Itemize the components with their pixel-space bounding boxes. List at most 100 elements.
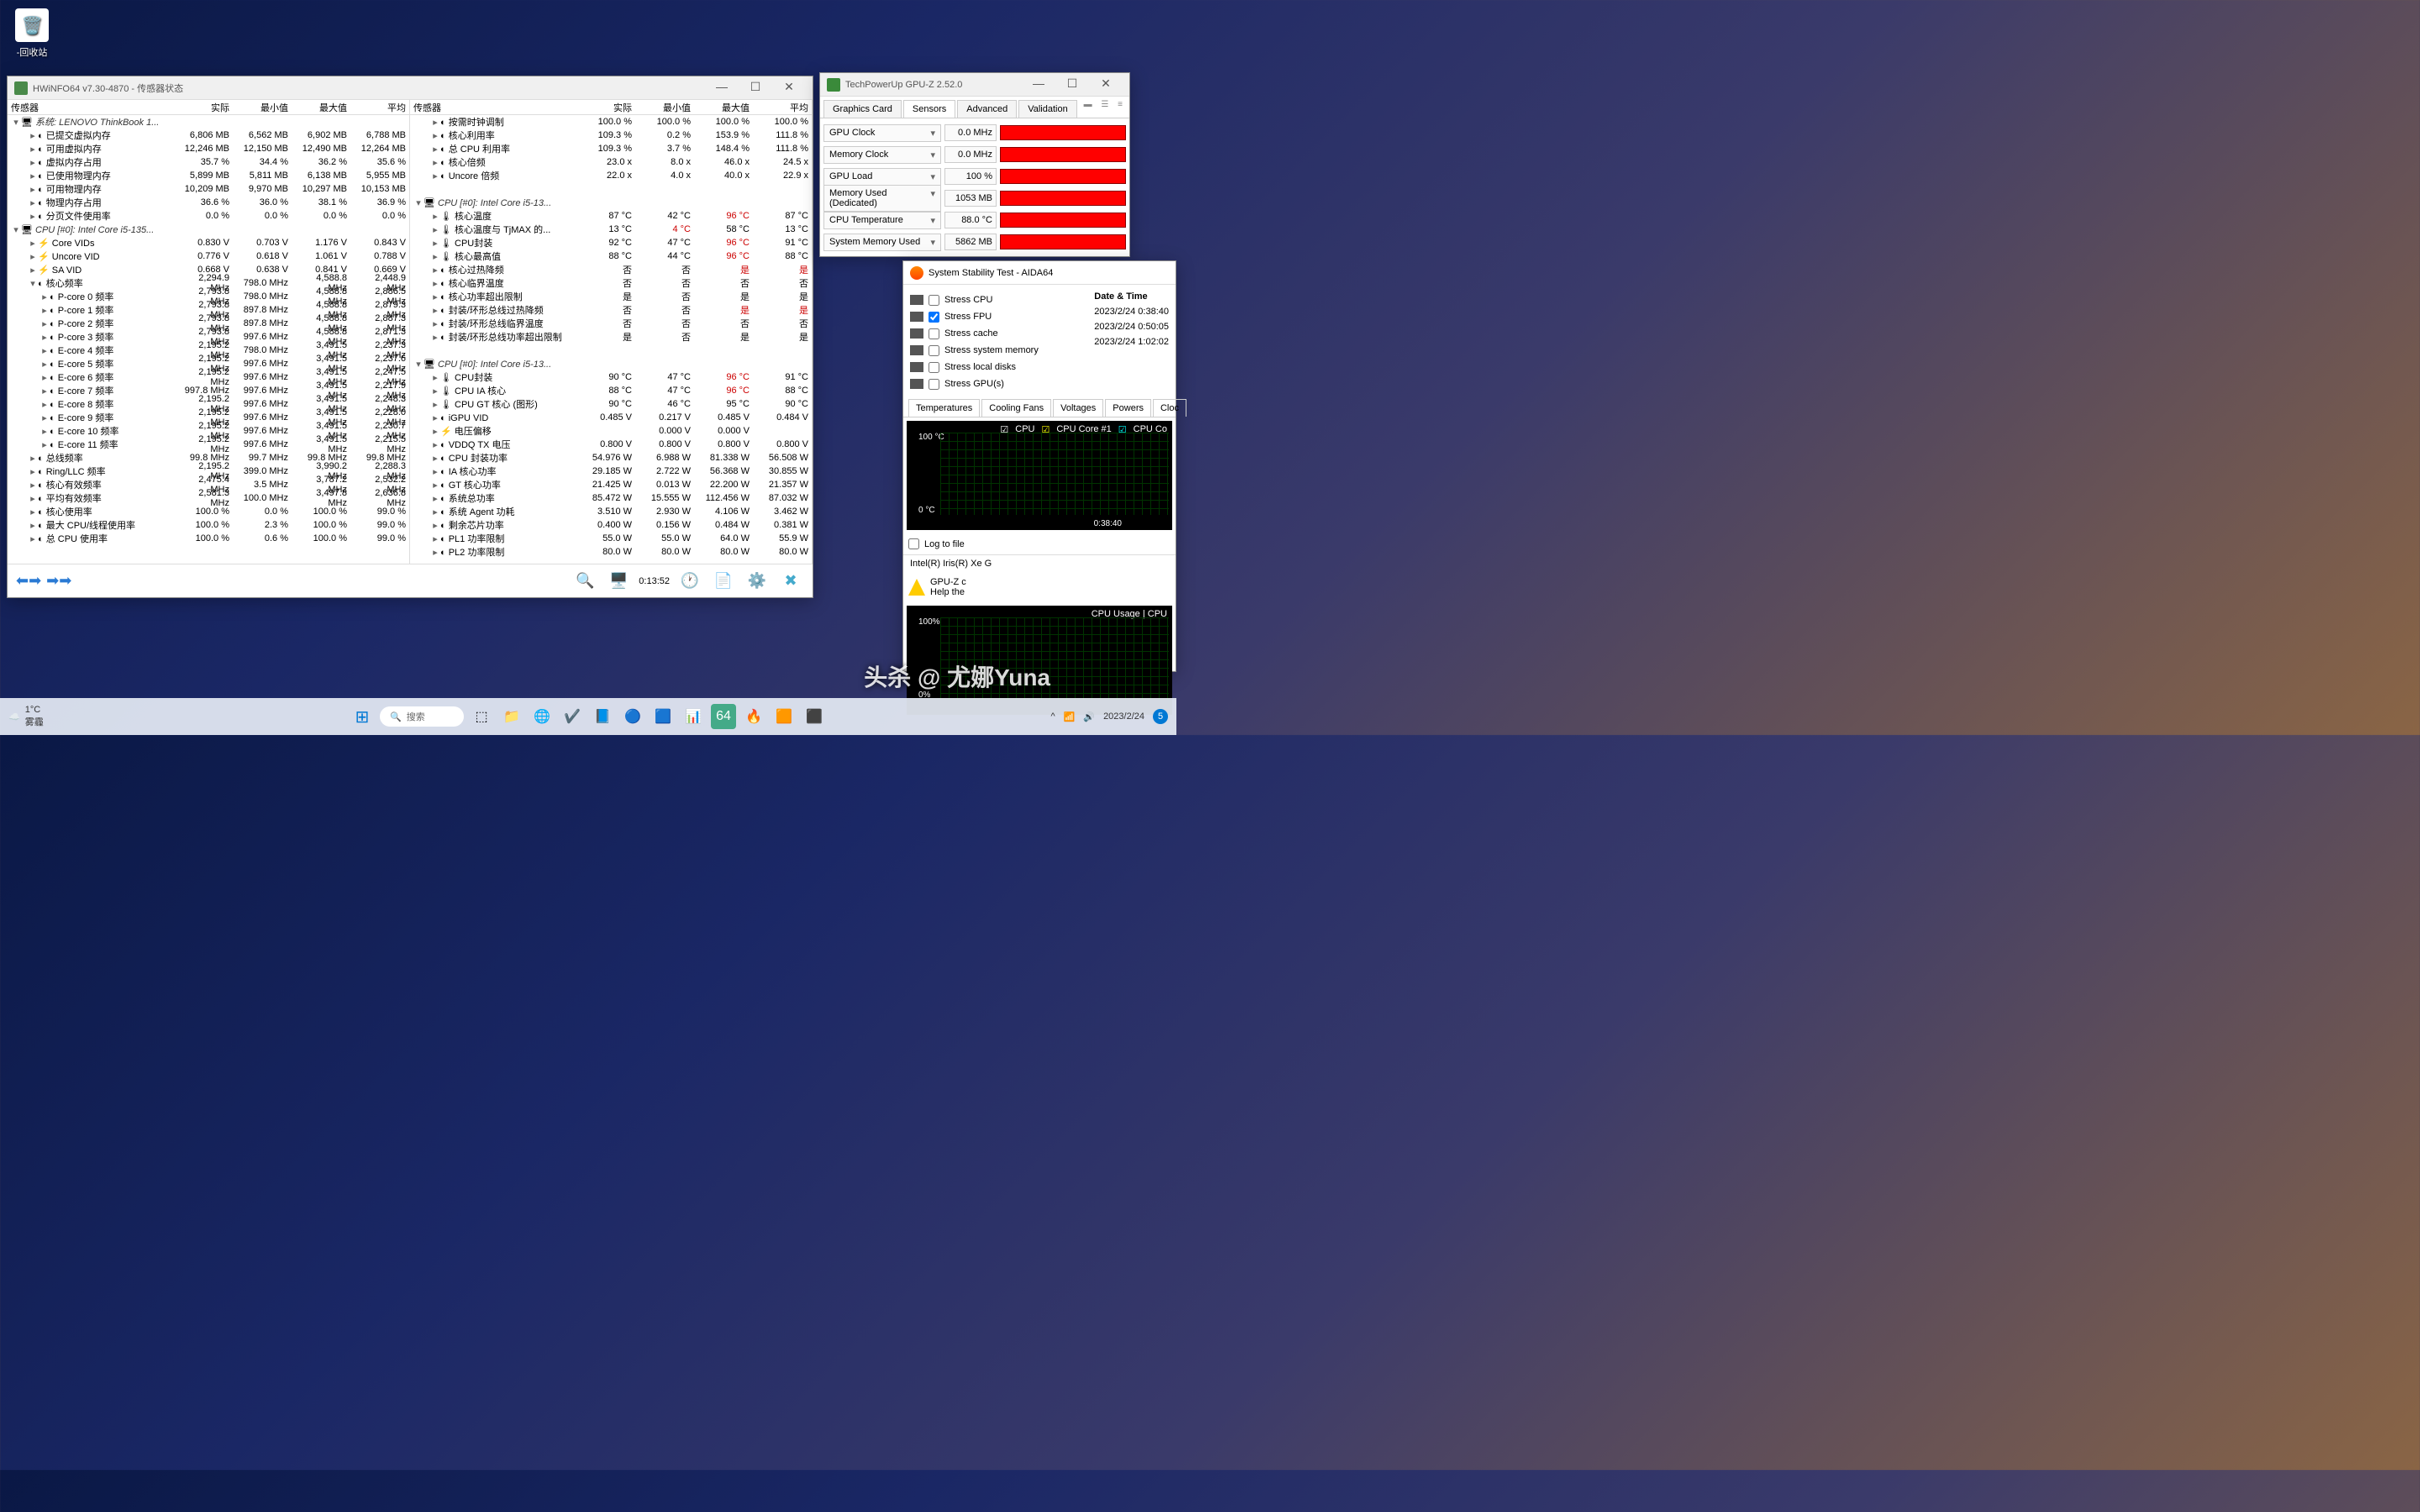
sensor-group[interactable]: ▾🖥 CPU [#0]: Intel Core i5-13... bbox=[410, 196, 812, 209]
column-header[interactable]: 平均 bbox=[753, 100, 812, 114]
column-header[interactable]: 传感器 bbox=[410, 100, 576, 114]
sensor-row[interactable]: ▸◐ 封装/环形总线过热降频否否是是 bbox=[410, 303, 812, 317]
sensor-group[interactable]: ▾🖥 CPU [#0]: Intel Core i5-135... bbox=[8, 223, 409, 236]
sensor-row[interactable]: ▸◐ 核心临界温度否否否否 bbox=[410, 276, 812, 290]
sensor-row[interactable]: ▸◐ PL1 功率限制55.0 W55.0 W64.0 W55.9 W bbox=[410, 532, 812, 545]
tab-powers[interactable]: Powers bbox=[1105, 399, 1151, 417]
app-icon[interactable]: 📊 bbox=[681, 704, 706, 729]
wifi-icon[interactable]: 📶 bbox=[1064, 711, 1076, 722]
sensor-row[interactable]: ▸⚡ Core VIDs0.830 V0.703 V1.176 V0.843 V bbox=[8, 236, 409, 249]
column-header[interactable]: 传感器 bbox=[8, 100, 174, 114]
sensor-row[interactable]: ▸◐ GT 核心功率21.425 W0.013 W22.200 W21.357 … bbox=[410, 478, 812, 491]
sensor-label[interactable]: CPU Temperature bbox=[823, 212, 941, 229]
search-box[interactable]: 🔍搜索 bbox=[380, 706, 464, 727]
network-icon[interactable]: 🖥️ bbox=[605, 568, 632, 595]
sensor-row[interactable]: ▸◐ 可用物理内存10,209 MB9,970 MB10,297 MB10,15… bbox=[8, 182, 409, 196]
close-button[interactable]: ✕ bbox=[772, 80, 806, 97]
sensor-row[interactable]: ▸◐ iGPU VID0.485 V0.217 V0.485 V0.484 V bbox=[410, 411, 812, 424]
hwinfo-titlebar[interactable]: HWiNFO64 v7.30-4870 - 传感器状态 — ☐ ✕ bbox=[8, 76, 813, 100]
sensor-row[interactable]: ▸◐ PL2 功率限制80.0 W80.0 W80.0 W80.0 W bbox=[410, 545, 812, 559]
stress-checkbox[interactable] bbox=[929, 312, 939, 323]
app-icon[interactable]: ✔️ bbox=[560, 704, 585, 729]
stress-option[interactable]: Stress CPU bbox=[910, 291, 1086, 308]
log-to-file-checkbox[interactable] bbox=[908, 538, 919, 549]
sensor-row[interactable]: ▸🌡 CPU封装90 °C47 °C96 °C91 °C bbox=[410, 370, 812, 384]
sensor-group[interactable]: ▾🖥 CPU [#0]: Intel Core i5-13... bbox=[410, 357, 812, 370]
maximize-button[interactable]: ☐ bbox=[1055, 76, 1089, 93]
volume-icon[interactable]: 🔊 bbox=[1083, 711, 1095, 722]
app-icon[interactable]: 🔵 bbox=[620, 704, 645, 729]
column-header[interactable]: 实际 bbox=[174, 100, 233, 114]
tab-validation[interactable]: Validation bbox=[1018, 100, 1077, 118]
stress-checkbox[interactable] bbox=[929, 345, 939, 356]
tray-chevron-icon[interactable]: ^ bbox=[1050, 711, 1055, 722]
sensor-label[interactable]: Memory Clock bbox=[823, 146, 941, 164]
recycle-bin[interactable]: 🗑️ -回收站 bbox=[15, 8, 49, 59]
notification-badge[interactable]: 5 bbox=[1153, 709, 1168, 724]
sensor-row[interactable]: ▸◐ 系统 Agent 功耗3.510 W2.930 W4.106 W3.462… bbox=[410, 505, 812, 518]
edge-icon[interactable]: 🌐 bbox=[529, 704, 555, 729]
tab-advanced[interactable]: Advanced bbox=[957, 100, 1017, 118]
sensor-row[interactable]: ▸🌡 CPU封装92 °C47 °C96 °C91 °C bbox=[410, 236, 812, 249]
close-tool-icon[interactable]: ✖ bbox=[777, 568, 804, 595]
stress-checkbox[interactable] bbox=[929, 362, 939, 373]
sensor-row[interactable]: ▸◐ 核心倍频23.0 x8.0 x46.0 x24.5 x bbox=[410, 155, 812, 169]
sensor-row[interactable]: ▸🌡 核心温度与 TjMAX 的...13 °C4 °C58 °C13 °C bbox=[410, 223, 812, 236]
sensor-row[interactable]: ▸◐ Uncore 倍频22.0 x4.0 x40.0 x22.9 x bbox=[410, 169, 812, 182]
app-icon[interactable]: ⬛ bbox=[802, 704, 827, 729]
sensor-row[interactable]: ▸◐ 可用虚拟内存12,246 MB12,150 MB12,490 MB12,2… bbox=[8, 142, 409, 155]
stress-option[interactable]: Stress system memory bbox=[910, 342, 1086, 359]
column-header[interactable]: 实际 bbox=[576, 100, 635, 114]
sensor-row[interactable]: ▸◐ CPU 封装功率54.976 W6.988 W81.338 W56.508… bbox=[410, 451, 812, 465]
search-icon[interactable]: 🔍 bbox=[571, 568, 598, 595]
sensor-row[interactable]: ▸🌡 CPU IA 核心88 °C47 °C96 °C88 °C bbox=[410, 384, 812, 397]
app-icon[interactable]: 64 bbox=[711, 704, 736, 729]
nav-back-icon[interactable]: ⬅➡ bbox=[16, 572, 41, 590]
tab-cooling[interactable]: Cooling Fans bbox=[981, 399, 1051, 417]
sensor-label[interactable]: GPU Load bbox=[823, 168, 941, 186]
sensor-row[interactable]: ▸◐ 剩余芯片功率0.400 W0.156 W0.484 W0.381 W bbox=[410, 518, 812, 532]
tab-sensors[interactable]: Sensors bbox=[903, 100, 955, 118]
settings-icon[interactable]: ⚙️ bbox=[744, 568, 771, 595]
app-icon[interactable]: 🔥 bbox=[741, 704, 766, 729]
sensor-label[interactable]: Memory Used (Dedicated) bbox=[823, 185, 941, 212]
stress-option[interactable]: Stress local disks bbox=[910, 359, 1086, 375]
app-icon[interactable]: 📘 bbox=[590, 704, 615, 729]
sensor-row[interactable]: ▸🌡 核心温度87 °C42 °C96 °C87 °C bbox=[410, 209, 812, 223]
column-header[interactable]: 平均 bbox=[350, 100, 409, 114]
column-header[interactable]: 最大值 bbox=[292, 100, 350, 114]
system-tray[interactable]: ^ 📶 🔊 2023/2/24 5 bbox=[1050, 709, 1168, 724]
tab-voltages[interactable]: Voltages bbox=[1053, 399, 1103, 417]
gpuz-titlebar[interactable]: TechPowerUp GPU-Z 2.52.0 — ☐ ✕ bbox=[820, 73, 1129, 97]
app-icon[interactable]: 🟧 bbox=[771, 704, 797, 729]
minimize-button[interactable]: — bbox=[1022, 76, 1055, 93]
sensor-row[interactable]: ▸◐ 核心利用率109.3 %0.2 %153.9 %111.8 % bbox=[410, 129, 812, 142]
sensor-row[interactable]: ▸◐ 平均有效频率2,581.3 MHz100.0 MHz3,497.8 MHz… bbox=[8, 491, 409, 505]
tab-clocks[interactable]: Cloc bbox=[1153, 399, 1186, 417]
column-header[interactable]: 最小值 bbox=[635, 100, 694, 114]
sensor-row[interactable]: ▸◐ IA 核心功率29.185 W2.722 W56.368 W30.855 … bbox=[410, 465, 812, 478]
sensor-group[interactable]: ▾🖥 系统: LENOVO ThinkBook 1... bbox=[8, 115, 409, 129]
sensor-label[interactable]: GPU Clock bbox=[823, 124, 941, 142]
nav-fwd-icon[interactable]: ➡➡ bbox=[46, 572, 71, 590]
sensor-row[interactable]: ▸◐ E-core 11 频率2,195.2 MHz997.6 MHz3,491… bbox=[8, 438, 409, 451]
column-header[interactable]: 最大值 bbox=[694, 100, 753, 114]
sensor-row[interactable]: ▸◐ 已使用物理内存5,899 MB5,811 MB6,138 MB5,955 … bbox=[8, 169, 409, 182]
sensor-row[interactable]: ▸◐ 物理内存占用36.6 %36.0 %38.1 %36.9 % bbox=[8, 196, 409, 209]
sensor-row[interactable]: ▸◐ 按需时钟调制100.0 %100.0 %100.0 %100.0 % bbox=[410, 115, 812, 129]
app-icon[interactable]: 🟦 bbox=[650, 704, 676, 729]
weather-widget[interactable]: ☁️ 1°C 雾霾 bbox=[8, 705, 44, 728]
sensor-row[interactable]: ▸◐ 封装/环形总线临界温度否否否否 bbox=[410, 317, 812, 330]
column-header[interactable]: 最小值 bbox=[233, 100, 292, 114]
aida-titlebar[interactable]: System Stability Test - AIDA64 bbox=[903, 261, 1176, 285]
sensor-row[interactable]: ▸🌡 核心最高值88 °C44 °C96 °C88 °C bbox=[410, 249, 812, 263]
start-button[interactable]: ⊞ bbox=[350, 704, 375, 729]
save-icon[interactable]: 📄 bbox=[710, 568, 737, 595]
clock[interactable]: 2023/2/24 bbox=[1103, 711, 1144, 722]
stress-option[interactable]: Stress GPU(s) bbox=[910, 375, 1086, 392]
sensor-row[interactable]: ▸◐ 封装/环形总线功率超出限制是否是是 bbox=[410, 330, 812, 344]
stress-checkbox[interactable] bbox=[929, 328, 939, 339]
sensor-row[interactable]: ▸◐ 系统总功率85.472 W15.555 W112.456 W87.032 … bbox=[410, 491, 812, 505]
sensor-row[interactable]: ▸◐ 分页文件使用率0.0 %0.0 %0.0 %0.0 % bbox=[8, 209, 409, 223]
sensor-row[interactable]: ▸🌡 CPU GT 核心 (图形)90 °C46 °C95 °C90 °C bbox=[410, 397, 812, 411]
